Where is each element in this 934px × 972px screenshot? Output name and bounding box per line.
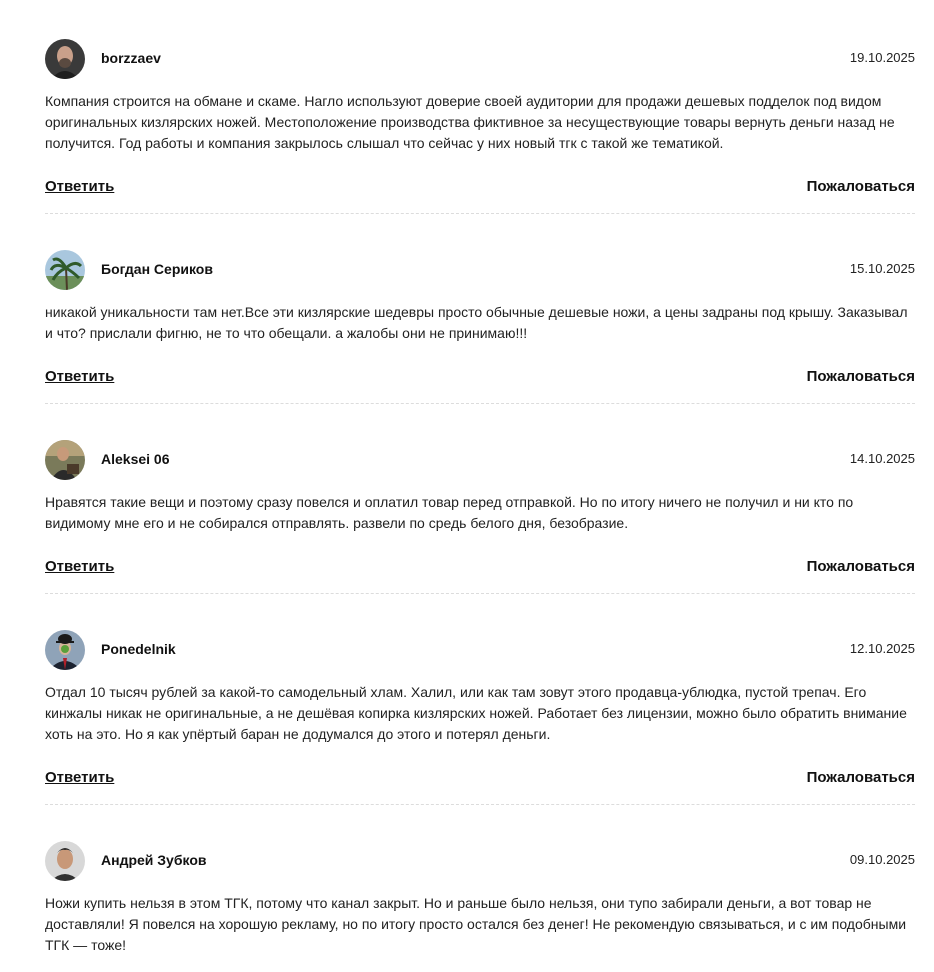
reply-link[interactable]: Ответить [45,769,114,786]
comment-header: borzzaev 19.10.2025 [45,39,915,79]
reply-link[interactable]: Ответить [45,558,114,575]
comment-item: Aleksei 06 14.10.2025 Нравятся такие вещ… [45,440,915,594]
report-link[interactable]: Пожаловаться [807,558,915,575]
avatar[interactable] [45,841,85,881]
comment-actions: Ответить Пожаловаться [45,769,915,791]
comment-date: 09.10.2025 [849,852,915,867]
comment-author: Богдан Сериков [101,261,213,277]
man-in-bowler-hat-icon [45,630,85,670]
comment-author: Андрей Зубков [101,852,207,868]
comment-item: Богдан Сериков 15.10.2025 никакой уникал… [45,250,915,404]
comment-item: borzzaev 19.10.2025 Компания строится на… [45,39,915,214]
comment-text: Нравятся такие вещи и поэтому сразу пове… [45,494,854,531]
user-avatar-icon [45,39,85,79]
comment-date: 15.10.2025 [849,261,915,276]
report-link[interactable]: Пожаловаться [807,368,915,385]
avatar[interactable] [45,440,85,480]
comment-author: Ponedelnik [101,641,176,657]
report-link[interactable]: Пожаловаться [807,178,915,195]
comment-text: Ножи купить нельзя в этом ТГК, потому чт… [45,895,907,953]
comment-date: 14.10.2025 [849,451,915,466]
comment-divider [45,403,915,404]
user-avatar-icon [45,841,85,881]
palm-tree-avatar-icon [45,250,85,290]
comment-text: никакой уникальности там нет.Все эти киз… [45,304,908,341]
comment-divider [45,593,915,594]
avatar[interactable] [45,250,85,290]
comment-header: Aleksei 06 14.10.2025 [45,440,915,480]
comment-header: Ponedelnik 12.10.2025 [45,630,915,670]
comment-header: Богдан Сериков 15.10.2025 [45,250,915,290]
comment-author: Aleksei 06 [101,451,170,467]
comment-actions: Ответить Пожаловаться [45,368,915,390]
comment-text: Компания строится на обмане и скаме. Наг… [45,93,895,151]
reply-link[interactable]: Ответить [45,368,114,385]
comment-date: 19.10.2025 [849,50,915,65]
avatar[interactable] [45,39,85,79]
comment-divider [45,804,915,805]
comment-actions: Ответить Пожаловаться [45,558,915,580]
comment-actions: Ответить Пожаловаться [45,178,915,200]
comment-text: Отдал 10 тысяч рублей за какой-то самоде… [45,684,907,742]
report-link[interactable]: Пожаловаться [807,769,915,786]
reply-link[interactable]: Ответить [45,178,114,195]
comment-header: Андрей Зубков 09.10.2025 [45,841,915,881]
comment-divider [45,213,915,214]
comment-item: Ponedelnik 12.10.2025 Отдал 10 тысяч руб… [45,630,915,805]
avatar[interactable] [45,630,85,670]
comment-date: 12.10.2025 [849,641,915,656]
comment-author: borzzaev [101,50,161,66]
user-avatar-icon [45,440,85,480]
comment-item: Андрей Зубков 09.10.2025 Ножи купить нел… [45,841,915,956]
